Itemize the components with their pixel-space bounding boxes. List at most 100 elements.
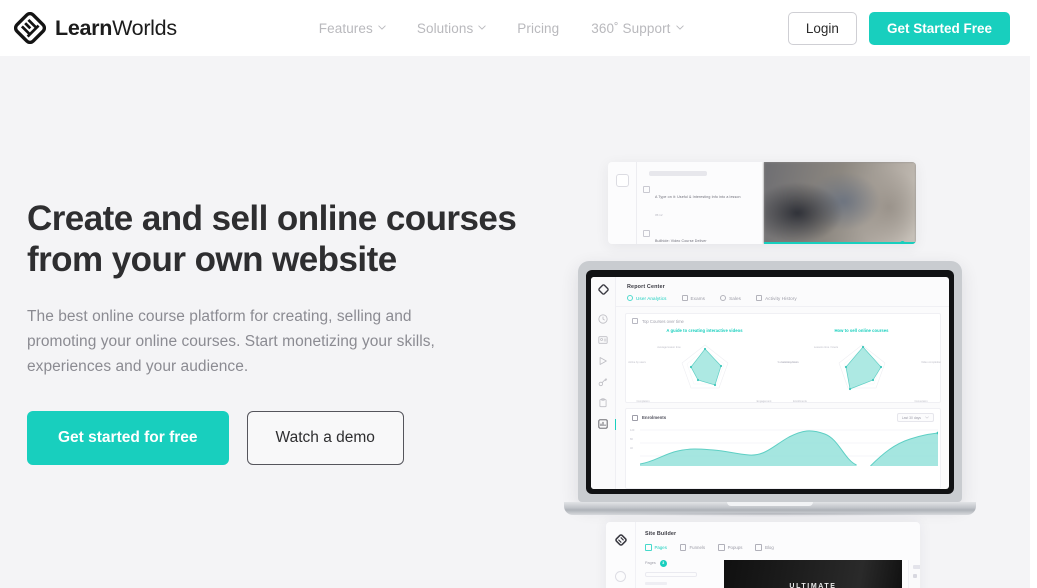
builder-toolbar	[908, 560, 920, 588]
enrolments-label: Enrolments	[642, 415, 667, 420]
learnworlds-diamond-logo-icon	[13, 11, 47, 45]
pages-count-badge: 3	[659, 559, 667, 567]
top-courses-panel-header: Top Courses over time	[626, 314, 940, 328]
lesson-duration: 05:12	[655, 213, 663, 217]
brand-name-regular: Worlds	[112, 15, 177, 40]
tab-sales[interactable]: Sales	[720, 295, 741, 301]
hero-product-visual: A Type on it: Useful & Interesting Info …	[540, 56, 1030, 588]
site-builder-tabs: Pages Funnels Popups Blog	[645, 544, 920, 551]
tab-blog[interactable]: Blog	[755, 544, 774, 551]
sidebar-item-dashboard[interactable]	[598, 314, 608, 324]
funnels-icon	[679, 544, 687, 551]
get-started-free-button[interactable]: Get Started Free	[868, 11, 1010, 45]
lesson-list-heading-placeholder	[649, 171, 707, 176]
page-right-edge	[1030, 56, 1037, 588]
course-player-card: A Type on it: Useful & Interesting Info …	[608, 162, 916, 244]
laptop-mockup: Report Center User Analytics Exams Sales…	[564, 261, 976, 519]
watch-a-demo-button[interactable]: Watch a demo	[246, 411, 404, 465]
users-card-icon	[598, 336, 608, 344]
align-control[interactable]	[913, 574, 917, 578]
hero-section: Create and sell online courses from your…	[0, 56, 1030, 588]
site-builder-rail	[606, 522, 636, 588]
radar-chart-1-title: A guide to creating interactive videos	[666, 328, 743, 333]
radar-1-label-bottom-left: Completion	[636, 399, 650, 403]
tab-user-analytics[interactable]: User Analytics	[627, 295, 667, 301]
sidebar-active-indicator	[614, 419, 616, 430]
page-list-footer-placeholder	[645, 581, 667, 585]
site-builder-card: Site Builder Pages Funnels Popups Blog P…	[606, 522, 920, 588]
sales-icon	[720, 295, 727, 301]
sidebar-item-courses[interactable]	[598, 356, 608, 366]
enrolments-header: Enrolments Last 30 days	[626, 409, 940, 424]
video-thumbnail[interactable]	[764, 162, 916, 244]
nav-item-features-label: Features	[318, 20, 373, 36]
list-item[interactable]: A Type on it: Useful & Interesting Info …	[643, 185, 758, 221]
app-main: Report Center User Analytics Exams Sales…	[616, 277, 949, 489]
tab-exams-label: Exams	[690, 295, 706, 301]
laptop-notch	[742, 270, 798, 277]
tab-popups[interactable]: Popups	[718, 544, 742, 551]
sidebar-item-reports[interactable]	[598, 419, 616, 430]
enrolments-area-plot	[639, 429, 940, 467]
laptop-screen: Report Center User Analytics Exams Sales…	[591, 277, 949, 489]
hero-cta-group: Get started for free Watch a demo	[27, 411, 527, 465]
document-icon	[643, 186, 650, 193]
login-button[interactable]: Login	[787, 11, 857, 45]
nav-item-solutions[interactable]: Solutions	[417, 21, 486, 36]
radar-charts: A guide to creating interactive videos A…	[626, 328, 941, 403]
date-range-value: Last 30 days	[901, 415, 921, 420]
player-menu-icon	[615, 174, 629, 187]
tab-activity-history-label: Activity History	[765, 295, 797, 301]
enrolments-chart: 120 80 40	[626, 424, 940, 471]
activity-history-icon	[756, 295, 763, 301]
laptop-shadow	[564, 513, 976, 519]
page-list-item-placeholder[interactable]	[645, 571, 697, 577]
y-tick-80: 80	[630, 438, 633, 441]
page-title: Create and sell online courses from your…	[27, 198, 527, 280]
date-range-select[interactable]: Last 30 days	[896, 413, 934, 422]
nav-item-360-support-label: 360˚ Support	[591, 20, 671, 36]
radar-1-label-bottom-right: Engagement	[756, 399, 772, 403]
enrolments-y-axis: 120 80 40	[630, 426, 634, 453]
site-builder-title: Site Builder	[645, 531, 677, 537]
nav-item-pricing[interactable]: Pricing	[517, 21, 559, 36]
sidebar-item-permissions[interactable]	[598, 377, 608, 387]
nav-item-360-support[interactable]: 360˚ Support	[591, 20, 684, 36]
video-image	[764, 162, 916, 244]
brand-logo[interactable]: LearnWorlds	[13, 11, 177, 45]
lesson-text: Bullhide: Video Course Deliver 04:20	[655, 229, 758, 244]
video-progress-bar[interactable]	[764, 242, 916, 244]
app-page-title: Report Center	[627, 284, 665, 290]
enrolments-panel: Enrolments Last 30 days 120 80 40	[625, 408, 941, 489]
key-icon	[598, 378, 608, 387]
video-progress-handle[interactable]	[900, 240, 905, 244]
popups-icon	[718, 544, 725, 551]
lesson-title: Bullhide: Video Course Deliver	[655, 239, 707, 243]
enrolments-icon	[632, 414, 638, 421]
laptop-bezel: Report Center User Analytics Exams Sales…	[586, 270, 954, 494]
tab-popups-label: Popups	[727, 544, 743, 550]
site-header: LearnWorlds Features Solutions Pricing 3…	[0, 0, 1037, 56]
courses-icon	[632, 318, 638, 324]
radar-1-label-top: Average lesson time	[657, 346, 681, 349]
app-logo-icon	[597, 282, 609, 295]
nav-item-pricing-label: Pricing	[517, 20, 560, 36]
tab-funnels[interactable]: Funnels	[679, 544, 705, 551]
tab-pages[interactable]: Pages	[645, 544, 667, 551]
tab-activity-history[interactable]: Activity History	[756, 295, 797, 301]
tab-exams[interactable]: Exams	[681, 295, 706, 301]
exams-icon	[681, 295, 688, 301]
tab-user-analytics-label: User Analytics	[636, 295, 667, 301]
text-style-control[interactable]	[913, 565, 920, 569]
nav-item-features[interactable]: Features	[318, 20, 386, 36]
header-actions: Login Get Started Free	[787, 11, 1010, 45]
player-rail	[608, 162, 636, 244]
top-courses-panel-label: Top Courses over time	[642, 318, 684, 324]
tab-pages-label: Pages	[654, 544, 667, 550]
sidebar-item-account[interactable]	[615, 571, 626, 582]
sidebar-item-users[interactable]	[598, 335, 608, 345]
get-started-for-free-button[interactable]: Get started for free	[27, 411, 229, 465]
radar-chart-1-plot	[681, 344, 728, 389]
sidebar-item-assignments[interactable]	[598, 398, 608, 408]
list-item[interactable]: Bullhide: Video Course Deliver 04:20	[643, 229, 758, 244]
